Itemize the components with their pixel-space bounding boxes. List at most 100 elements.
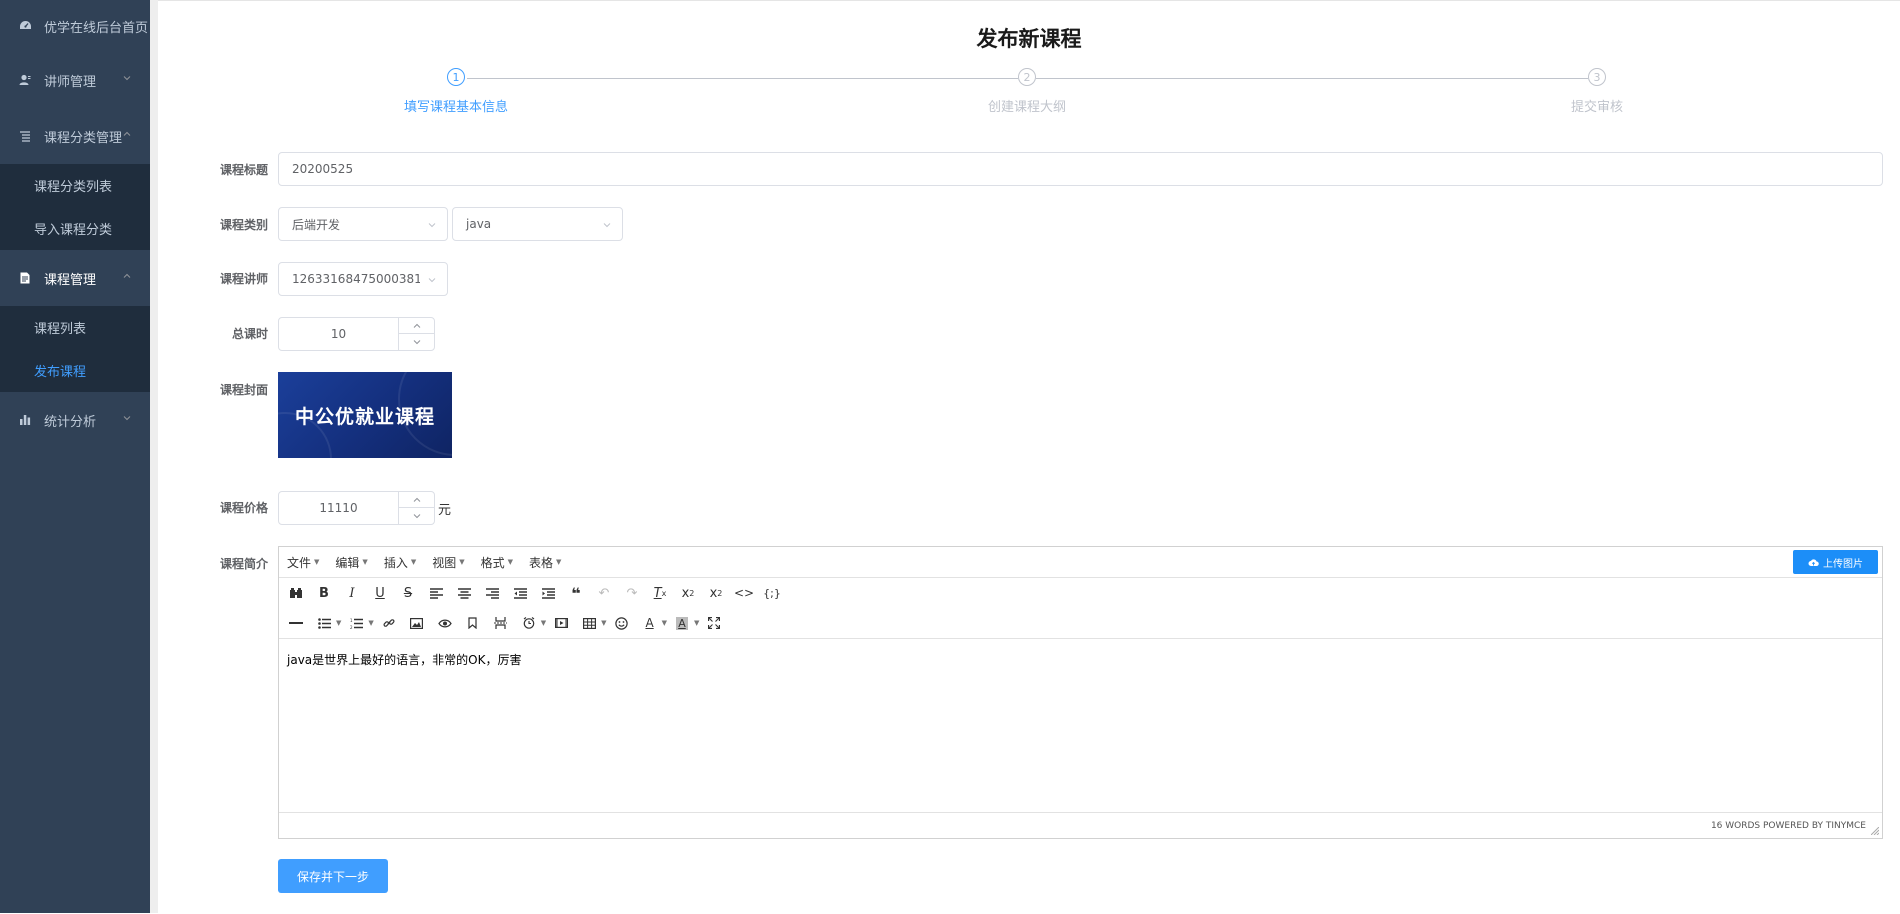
user-icon (18, 73, 32, 87)
upload-image-label: 上传图片 (1823, 558, 1863, 570)
horizontal-line-icon[interactable] (285, 612, 307, 634)
category-secondary-value: java (466, 217, 492, 231)
dashboard-icon (18, 19, 32, 33)
sidebar-item-course-publish[interactable]: 发布课程 (0, 349, 150, 392)
bookmark-icon[interactable] (462, 612, 484, 634)
numbered-list-icon[interactable]: 12 (345, 612, 367, 634)
total-hours-label: 总课时 (231, 327, 268, 341)
sidebar-item-course-list[interactable]: 课程列表 (0, 306, 150, 349)
category-primary-select[interactable]: 后端开发 (278, 207, 448, 241)
link-icon[interactable] (378, 612, 400, 634)
indent-icon[interactable] (537, 582, 559, 604)
cloud-upload-icon (1808, 558, 1819, 566)
upload-image-button[interactable]: 上传图片 (1793, 550, 1878, 574)
blockquote-icon[interactable]: ❝ (565, 582, 587, 604)
chevron-down-icon (123, 416, 131, 421)
page-break-icon[interactable] (490, 612, 512, 634)
editor-statusbar: 16 WORDS POWERED BY TINYMCE (279, 812, 1882, 838)
total-hours-input[interactable]: 10 (278, 317, 435, 351)
step-2-title: 创建课程大纲 (987, 100, 1067, 115)
superscript-icon[interactable]: x2 (705, 582, 727, 604)
total-hours-value: 10 (330, 327, 347, 341)
resize-handle-icon[interactable] (1871, 827, 1879, 835)
caret-down-icon[interactable]: ▼ (694, 619, 699, 627)
decrease-button[interactable] (399, 334, 434, 350)
undo-icon[interactable]: ↶ (593, 582, 615, 604)
menu-format[interactable]: 格式 ▼ (481, 554, 513, 571)
code-icon[interactable]: <> (733, 582, 755, 604)
sidebar-item-course[interactable]: 课程管理 (0, 250, 150, 306)
menu-label: 格式 (480, 555, 505, 570)
course-teacher-label: 课程讲师 (219, 272, 268, 286)
menu-view[interactable]: 视图 ▼ (432, 554, 464, 571)
menu-label: 文件 (287, 555, 312, 570)
step-3-title: 提交审核 (1570, 100, 1624, 115)
price-unit: 元 (438, 503, 452, 518)
align-right-icon[interactable] (481, 582, 503, 604)
image-icon[interactable] (406, 612, 428, 634)
caret-down-icon[interactable]: ▼ (662, 619, 667, 627)
editor-content-area[interactable]: java是世界上最好的语言，非常的OK，厉害 (279, 638, 1882, 811)
caret-down-icon[interactable]: ▼ (601, 619, 606, 627)
background-color-icon[interactable]: A (671, 612, 693, 634)
sidebar-item-label: 课程分类管理 (44, 130, 123, 146)
align-left-icon[interactable] (425, 582, 447, 604)
sidebar-item-category[interactable]: 课程分类管理 (0, 108, 150, 164)
increase-button[interactable] (399, 318, 434, 334)
outdent-icon[interactable] (509, 582, 531, 604)
word-count-status: 16 WORDS POWERED BY TINYMCE (1710, 820, 1866, 831)
course-cover-label: 课程封面 (219, 383, 268, 397)
sidebar-item-home[interactable]: 优学在线后台首页 (0, 0, 150, 52)
increase-button[interactable] (399, 492, 434, 508)
bold-icon[interactable]: B (313, 582, 335, 604)
cover-text: 中公优就业课程 (294, 406, 435, 428)
caret-down-icon[interactable]: ▼ (368, 619, 373, 627)
menu-edit[interactable]: 编辑 ▼ (335, 554, 367, 571)
redo-icon[interactable]: ↷ (621, 582, 643, 604)
clear-formatting-icon[interactable]: Tx (649, 582, 671, 604)
strikethrough-icon[interactable]: S (397, 582, 419, 604)
chevron-down-icon (413, 340, 420, 345)
subscript-icon[interactable]: x2 (677, 582, 699, 604)
teacher-select[interactable]: 1263316847500038146 (278, 262, 448, 296)
chevron-up-icon (123, 131, 131, 136)
editor-menubar: 文件 ▼ 编辑 ▼ 插入 ▼ 视图 ▼ 格式 ▼ 表格 ▼ 上传图片 (279, 547, 1882, 578)
chevron-down-icon (428, 278, 436, 283)
datetime-icon[interactable] (518, 612, 540, 634)
course-desc-label: 课程简介 (219, 557, 268, 571)
sidebar-item-statistics[interactable]: 统计分析 (0, 392, 150, 448)
fullscreen-icon[interactable] (703, 612, 725, 634)
menu-label: 视图 (432, 555, 457, 570)
decrease-button[interactable] (399, 508, 434, 524)
sidebar-item-category-list[interactable]: 课程分类列表 (0, 164, 150, 207)
find-replace-icon[interactable] (285, 582, 307, 604)
menu-insert[interactable]: 插入 ▼ (384, 554, 416, 571)
menu-label: 表格 (529, 555, 554, 570)
menu-table[interactable]: 表格 ▼ (529, 554, 561, 571)
preview-icon[interactable] (434, 612, 456, 634)
menu-file[interactable]: 文件 ▼ (287, 554, 319, 571)
menu-label: 插入 (383, 555, 408, 570)
sidebar-item-category-import[interactable]: 导入课程分类 (0, 207, 150, 250)
media-icon[interactable] (550, 612, 572, 634)
underline-icon[interactable]: U (369, 582, 391, 604)
bullet-list-icon[interactable] (313, 612, 335, 634)
table-icon[interactable] (578, 612, 600, 634)
caret-down-icon: ▼ (314, 558, 320, 566)
course-price-input[interactable]: 11110 (278, 491, 435, 525)
editor-text: java是世界上最好的语言，非常的OK，厉害 (287, 653, 522, 667)
sidebar-item-teachers[interactable]: 讲师管理 (0, 52, 150, 108)
save-next-button[interactable]: 保存并下一步 (278, 859, 388, 893)
stepper (398, 492, 434, 524)
category-secondary-select[interactable]: java (452, 207, 623, 241)
emoticon-icon[interactable] (611, 612, 633, 634)
course-title-input[interactable]: 20200525 (278, 152, 1883, 186)
sidebar-item-label: 讲师管理 (44, 74, 97, 90)
course-cover-image[interactable]: 中公优就业课程 (278, 372, 452, 458)
italic-icon[interactable]: I (341, 582, 363, 604)
align-center-icon[interactable] (453, 582, 475, 604)
text-color-icon[interactable]: A (639, 612, 661, 634)
caret-down-icon[interactable]: ▼ (336, 619, 341, 627)
caret-down-icon[interactable]: ▼ (541, 619, 546, 627)
code-sample-icon[interactable]: {;} (761, 582, 783, 604)
